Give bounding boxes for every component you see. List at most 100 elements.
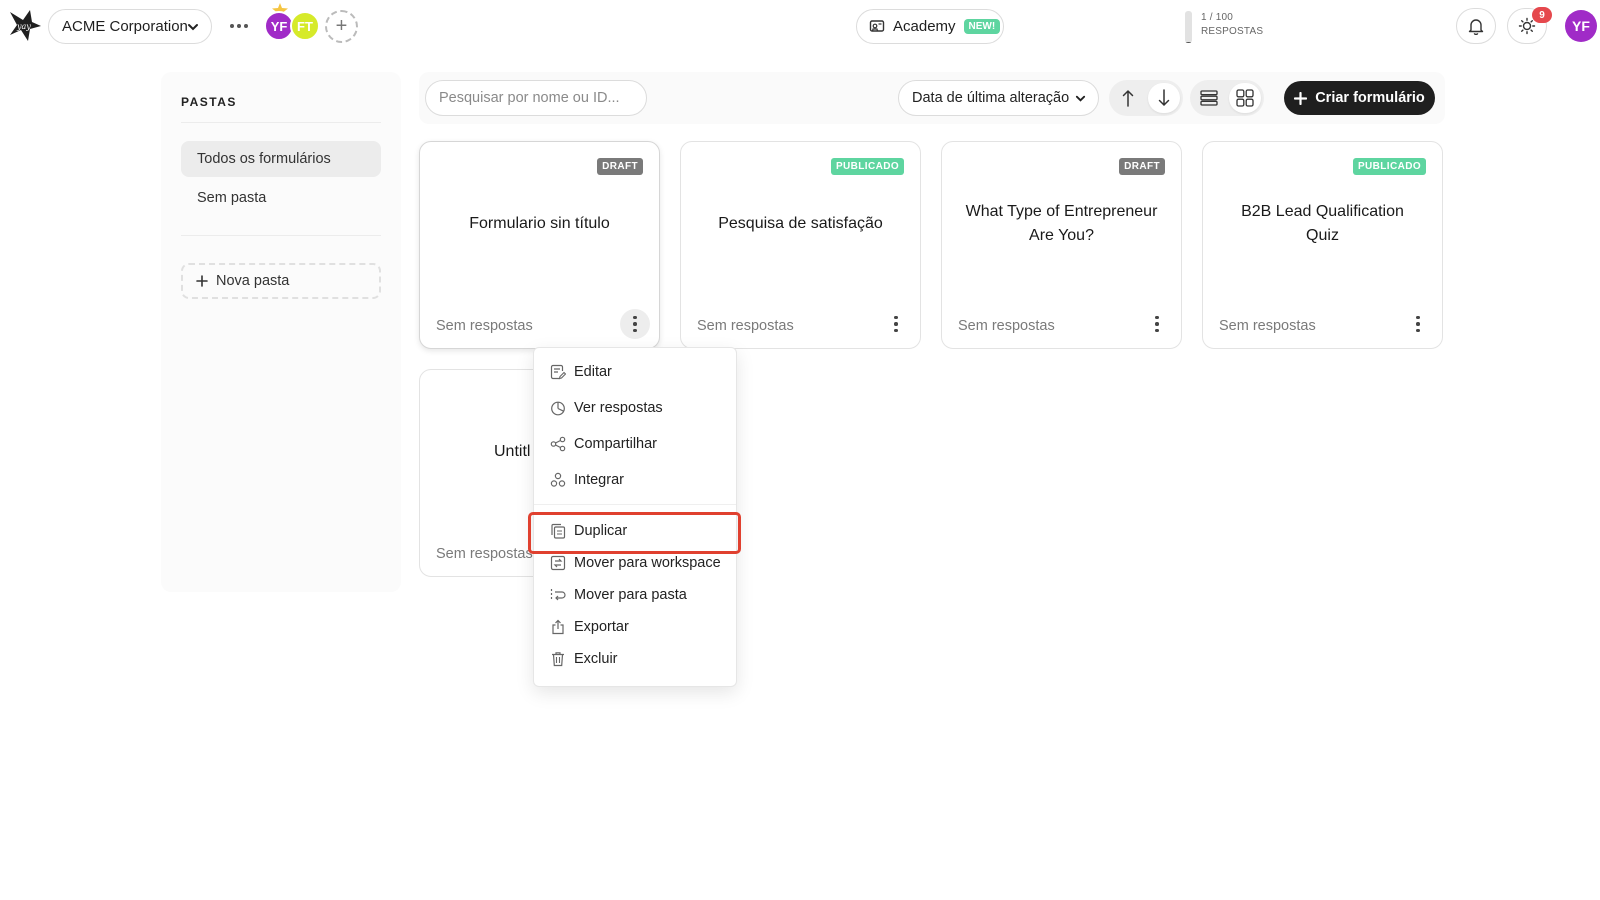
more-options-icon[interactable] bbox=[226, 16, 252, 36]
form-title: B2B Lead Qualification Quiz bbox=[1241, 203, 1404, 244]
add-member-button[interactable]: + bbox=[325, 10, 358, 43]
form-title: What Type of Entrepreneur Are You? bbox=[965, 203, 1158, 244]
form-title: Formulario sin título bbox=[469, 215, 610, 232]
chart-icon bbox=[551, 401, 565, 416]
chevron-down-icon bbox=[1075, 95, 1086, 102]
form-card[interactable]: PUBLICADO Pesquisa de satisfação Sem res… bbox=[680, 141, 921, 349]
list-view-button[interactable] bbox=[1193, 83, 1225, 113]
menu-item-integrate[interactable]: Integrar bbox=[534, 466, 736, 494]
academy-button[interactable]: Academy NEW! bbox=[856, 9, 1004, 44]
sidebar-item-all-forms[interactable]: Todos os formulários bbox=[181, 141, 381, 177]
sort-direction-toggle bbox=[1109, 80, 1183, 116]
arrow-up-icon bbox=[1122, 89, 1134, 107]
sort-select[interactable]: Data de última alteração bbox=[898, 80, 1099, 116]
status-badge: PUBLICADO bbox=[830, 158, 904, 175]
export-icon bbox=[552, 619, 564, 635]
sidebar-item-label: Sem pasta bbox=[197, 190, 267, 206]
divider bbox=[181, 235, 381, 236]
top-bar: yay ACME Corporation YF FT + Academy NEW… bbox=[0, 0, 1600, 54]
form-title: Pesquisa de satisfação bbox=[718, 215, 883, 232]
menu-item-move-workspace[interactable]: Mover para workspace bbox=[534, 549, 736, 577]
create-form-label: Criar formulário bbox=[1315, 90, 1425, 106]
folders-sidebar: PASTAS Todos os formulários Sem pasta No… bbox=[161, 72, 401, 592]
arrow-down-icon bbox=[1158, 89, 1170, 107]
new-folder-label: Nova pasta bbox=[216, 273, 290, 289]
duplicate-icon bbox=[551, 523, 566, 539]
new-folder-button[interactable]: Nova pasta bbox=[181, 263, 381, 299]
quota-count: 1 / 100 bbox=[1201, 12, 1233, 23]
plus-icon bbox=[196, 275, 208, 287]
move-folder-icon bbox=[550, 589, 566, 601]
sidebar-item-no-folder[interactable]: Sem pasta bbox=[181, 180, 381, 216]
menu-item-label: Compartilhar bbox=[574, 436, 657, 452]
divider bbox=[181, 122, 381, 123]
user-avatar[interactable]: YF bbox=[1565, 10, 1597, 42]
notification-count-badge: 9 bbox=[1532, 7, 1552, 23]
workspace-name: ACME Corporation bbox=[62, 18, 188, 35]
divider bbox=[534, 504, 736, 505]
form-card[interactable]: DRAFT What Type of Entrepreneur Are You?… bbox=[941, 141, 1182, 349]
menu-item-label: Mover para workspace bbox=[574, 555, 721, 571]
form-context-menu: Editar Ver respostas Compartilhar Integr… bbox=[533, 347, 737, 687]
menu-item-share[interactable]: Compartilhar bbox=[534, 430, 736, 458]
new-badge: NEW! bbox=[963, 19, 1001, 34]
sort-label: Data de última alteração bbox=[912, 90, 1070, 106]
menu-item-move-folder[interactable]: Mover para pasta bbox=[534, 581, 736, 609]
menu-item-edit[interactable]: Editar bbox=[534, 358, 736, 386]
trash-icon bbox=[552, 652, 564, 667]
form-card[interactable]: DRAFT Formulario sin título Sem resposta… bbox=[419, 141, 660, 349]
grid-icon bbox=[1236, 89, 1254, 107]
search-input[interactable] bbox=[425, 80, 647, 116]
integrate-icon bbox=[550, 472, 566, 487]
svg-text:yay: yay bbox=[16, 22, 31, 31]
sidebar-item-label: Todos os formulários bbox=[197, 151, 331, 167]
menu-item-label: Editar bbox=[574, 364, 612, 380]
sort-ascending-button[interactable] bbox=[1112, 83, 1144, 113]
menu-item-label: Duplicar bbox=[574, 523, 628, 539]
notifications-button[interactable] bbox=[1456, 8, 1496, 44]
menu-item-label: Exportar bbox=[574, 619, 629, 635]
responses-count: Sem respostas bbox=[697, 318, 794, 334]
edit-icon bbox=[550, 364, 566, 380]
bell-icon bbox=[1468, 18, 1484, 35]
card-more-options-button[interactable] bbox=[1142, 309, 1172, 339]
forms-toolbar: Data de última alteração bbox=[419, 72, 1445, 124]
responses-count: Sem respostas bbox=[1219, 318, 1316, 334]
menu-item-export[interactable]: Exportar bbox=[534, 613, 736, 641]
member-avatar[interactable]: FT bbox=[290, 11, 320, 41]
responses-count: Sem respostas bbox=[436, 318, 533, 334]
card-more-options-button[interactable] bbox=[1403, 309, 1433, 339]
workspace-select[interactable]: ACME Corporation bbox=[48, 9, 212, 44]
view-toggle bbox=[1190, 80, 1264, 116]
quota-bar bbox=[1185, 11, 1192, 43]
status-badge: DRAFT bbox=[597, 158, 643, 175]
move-workspace-icon bbox=[550, 555, 566, 571]
card-more-options-button[interactable] bbox=[620, 309, 650, 339]
sort-descending-button[interactable] bbox=[1148, 83, 1180, 113]
menu-item-duplicate[interactable]: Duplicar bbox=[534, 517, 736, 545]
academy-icon bbox=[869, 19, 885, 32]
grid-view-button[interactable] bbox=[1229, 83, 1261, 113]
academy-label: Academy bbox=[893, 18, 956, 35]
menu-item-delete[interactable]: Excluir bbox=[534, 645, 736, 673]
chevron-down-icon bbox=[188, 24, 198, 31]
menu-item-view-responses[interactable]: Ver respostas bbox=[534, 394, 736, 422]
responses-count: Sem respostas bbox=[958, 318, 1055, 334]
status-badge: DRAFT bbox=[1119, 158, 1165, 175]
menu-item-label: Integrar bbox=[574, 472, 624, 488]
status-badge: PUBLICADO bbox=[1352, 158, 1426, 175]
create-form-button[interactable]: Criar formulário bbox=[1284, 81, 1435, 115]
list-icon bbox=[1200, 90, 1218, 106]
plus-icon bbox=[1294, 91, 1308, 105]
menu-item-label: Excluir bbox=[574, 651, 618, 667]
logo-icon[interactable]: yay bbox=[8, 8, 42, 42]
menu-item-label: Mover para pasta bbox=[574, 587, 687, 603]
menu-item-label: Ver respostas bbox=[574, 400, 663, 416]
share-icon bbox=[550, 436, 566, 452]
responses-count: Sem respostas bbox=[436, 546, 533, 562]
form-card[interactable]: PUBLICADO B2B Lead Qualification Quiz Se… bbox=[1202, 141, 1443, 349]
quota-label: RESPOSTAS bbox=[1201, 26, 1264, 37]
responses-quota: 1 / 100 RESPOSTAS bbox=[1185, 11, 1263, 43]
sidebar-title: PASTAS bbox=[181, 95, 237, 109]
card-more-options-button[interactable] bbox=[881, 309, 911, 339]
